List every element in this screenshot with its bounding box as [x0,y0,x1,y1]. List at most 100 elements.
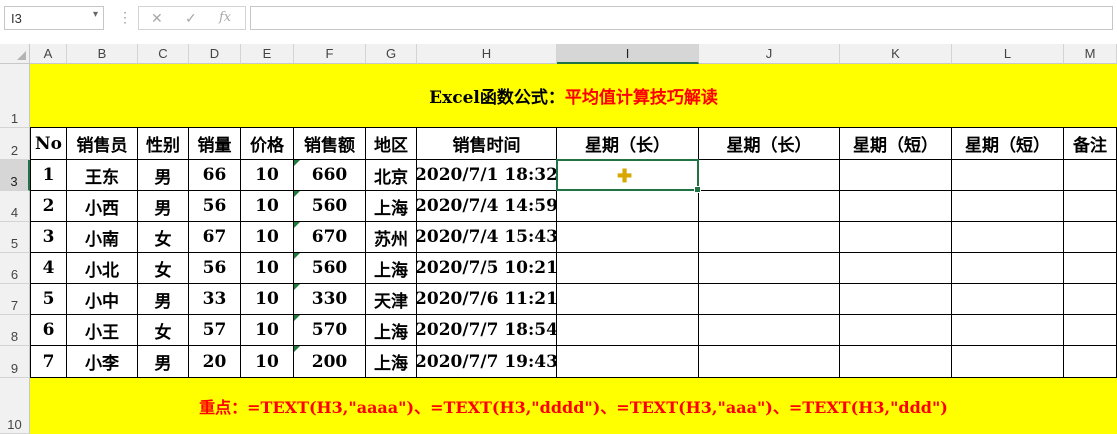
data-cell[interactable] [952,346,1064,378]
data-cell[interactable]: 小李 [67,346,138,378]
column-header-h[interactable]: H [417,44,557,64]
data-cell[interactable] [952,191,1064,222]
data-cell[interactable]: 男 [138,160,189,191]
data-cell[interactable]: 10 [241,315,294,346]
data-cell[interactable] [1064,160,1117,191]
column-header-f[interactable]: F [294,44,366,64]
insert-function-icon[interactable]: fx [219,10,231,25]
table-header-cell[interactable]: 星期（短） [952,128,1064,160]
data-cell[interactable]: 560 [294,253,366,284]
table-header-cell[interactable]: 备注 [1064,128,1117,160]
data-cell[interactable]: 上海 [366,346,417,378]
data-cell[interactable]: 10 [241,160,294,191]
data-cell[interactable] [840,284,952,315]
row-header-1[interactable]: 1 [0,64,30,128]
data-cell[interactable] [557,222,699,253]
row-header-8[interactable]: 8 [0,315,30,346]
table-header-cell[interactable]: 地区 [366,128,417,160]
row-header-5[interactable]: 5 [0,222,30,253]
column-header-j[interactable]: J [699,44,840,64]
table-header-cell[interactable]: 星期（短） [840,128,952,160]
row-header-7[interactable]: 7 [0,284,30,315]
data-cell[interactable]: 小中 [67,284,138,315]
data-cell[interactable] [1064,315,1117,346]
data-cell[interactable]: 3 [30,222,67,253]
data-cell[interactable]: 王东 [67,160,138,191]
row-header-3[interactable]: 3 [0,160,30,191]
row-header-2[interactable]: 2 [0,128,30,160]
data-cell[interactable] [952,253,1064,284]
data-cell[interactable] [557,346,699,378]
data-cell[interactable]: 57 [189,315,241,346]
data-cell[interactable] [1064,346,1117,378]
table-header-cell[interactable]: 销售员 [67,128,138,160]
data-cell[interactable] [557,315,699,346]
data-cell[interactable]: 小西 [67,191,138,222]
data-cell[interactable] [1064,253,1117,284]
data-cell[interactable]: 1 [30,160,67,191]
name-box-dropdown-icon[interactable]: ▾ [93,9,98,20]
row-header-10[interactable]: 10 [0,378,30,434]
table-header-cell[interactable]: 销售额 [294,128,366,160]
data-cell[interactable]: 560 [294,191,366,222]
data-cell[interactable]: 10 [241,346,294,378]
data-cell[interactable]: 上海 [366,315,417,346]
data-cell[interactable]: 10 [241,284,294,315]
data-cell[interactable]: 670 [294,222,366,253]
data-cell[interactable]: 2 [30,191,67,222]
data-cell[interactable]: 苏州 [366,222,417,253]
row-header-4[interactable]: 4 [0,191,30,222]
column-header-d[interactable]: D [189,44,241,64]
data-cell[interactable] [557,253,699,284]
table-header-cell[interactable]: 星期（长） [699,128,840,160]
data-cell[interactable]: 男 [138,191,189,222]
data-cell[interactable] [699,160,840,191]
table-header-cell[interactable]: 销售时间 [417,128,557,160]
formula-input[interactable] [250,6,1113,30]
column-header-e[interactable]: E [241,44,294,64]
data-cell[interactable] [840,253,952,284]
data-cell[interactable]: 小王 [67,315,138,346]
column-header-a[interactable]: A [30,44,67,64]
data-cell[interactable]: 67 [189,222,241,253]
data-cell[interactable]: 4 [30,253,67,284]
data-cell[interactable] [840,160,952,191]
data-cell[interactable]: 20 [189,346,241,378]
data-cell[interactable]: 女 [138,315,189,346]
data-cell[interactable]: 2020/7/4 14:59 [415,191,558,222]
data-cell[interactable] [1064,191,1117,222]
column-header-c[interactable]: C [138,44,189,64]
data-cell[interactable]: 5 [30,284,67,315]
data-cell[interactable]: 6 [30,315,67,346]
data-cell[interactable] [699,346,840,378]
data-cell[interactable] [557,191,699,222]
table-header-cell[interactable]: No [30,128,67,160]
column-header-k[interactable]: K [840,44,952,64]
data-cell[interactable] [840,222,952,253]
enter-icon[interactable]: ✓ [185,10,197,27]
cancel-icon[interactable]: ✕ [151,10,163,27]
data-cell[interactable]: 660 [294,160,366,191]
data-cell[interactable] [699,222,840,253]
data-cell[interactable]: 56 [189,253,241,284]
column-header-l[interactable]: L [952,44,1064,64]
table-header-cell[interactable]: 销量 [189,128,241,160]
data-cell[interactable] [1064,222,1117,253]
table-header-cell[interactable]: 性别 [138,128,189,160]
column-header-b[interactable]: B [67,44,138,64]
data-cell[interactable]: 66 [189,160,241,191]
data-cell[interactable]: 上海 [366,253,417,284]
data-cell[interactable]: 2020/7/5 10:21 [415,253,558,284]
data-cell[interactable]: 北京 [366,160,417,191]
row-header-6[interactable]: 6 [0,253,30,284]
data-cell[interactable]: 2020/7/7 18:54 [415,315,558,346]
data-cell[interactable] [840,315,952,346]
data-cell[interactable]: 2020/7/7 19:43 [415,346,558,378]
data-cell[interactable]: 女 [138,222,189,253]
data-cell[interactable]: 330 [294,284,366,315]
data-cell[interactable] [699,315,840,346]
table-header-cell[interactable]: 价格 [241,128,294,160]
data-cell[interactable] [840,346,952,378]
data-cell[interactable] [952,160,1064,191]
data-cell[interactable] [699,284,840,315]
